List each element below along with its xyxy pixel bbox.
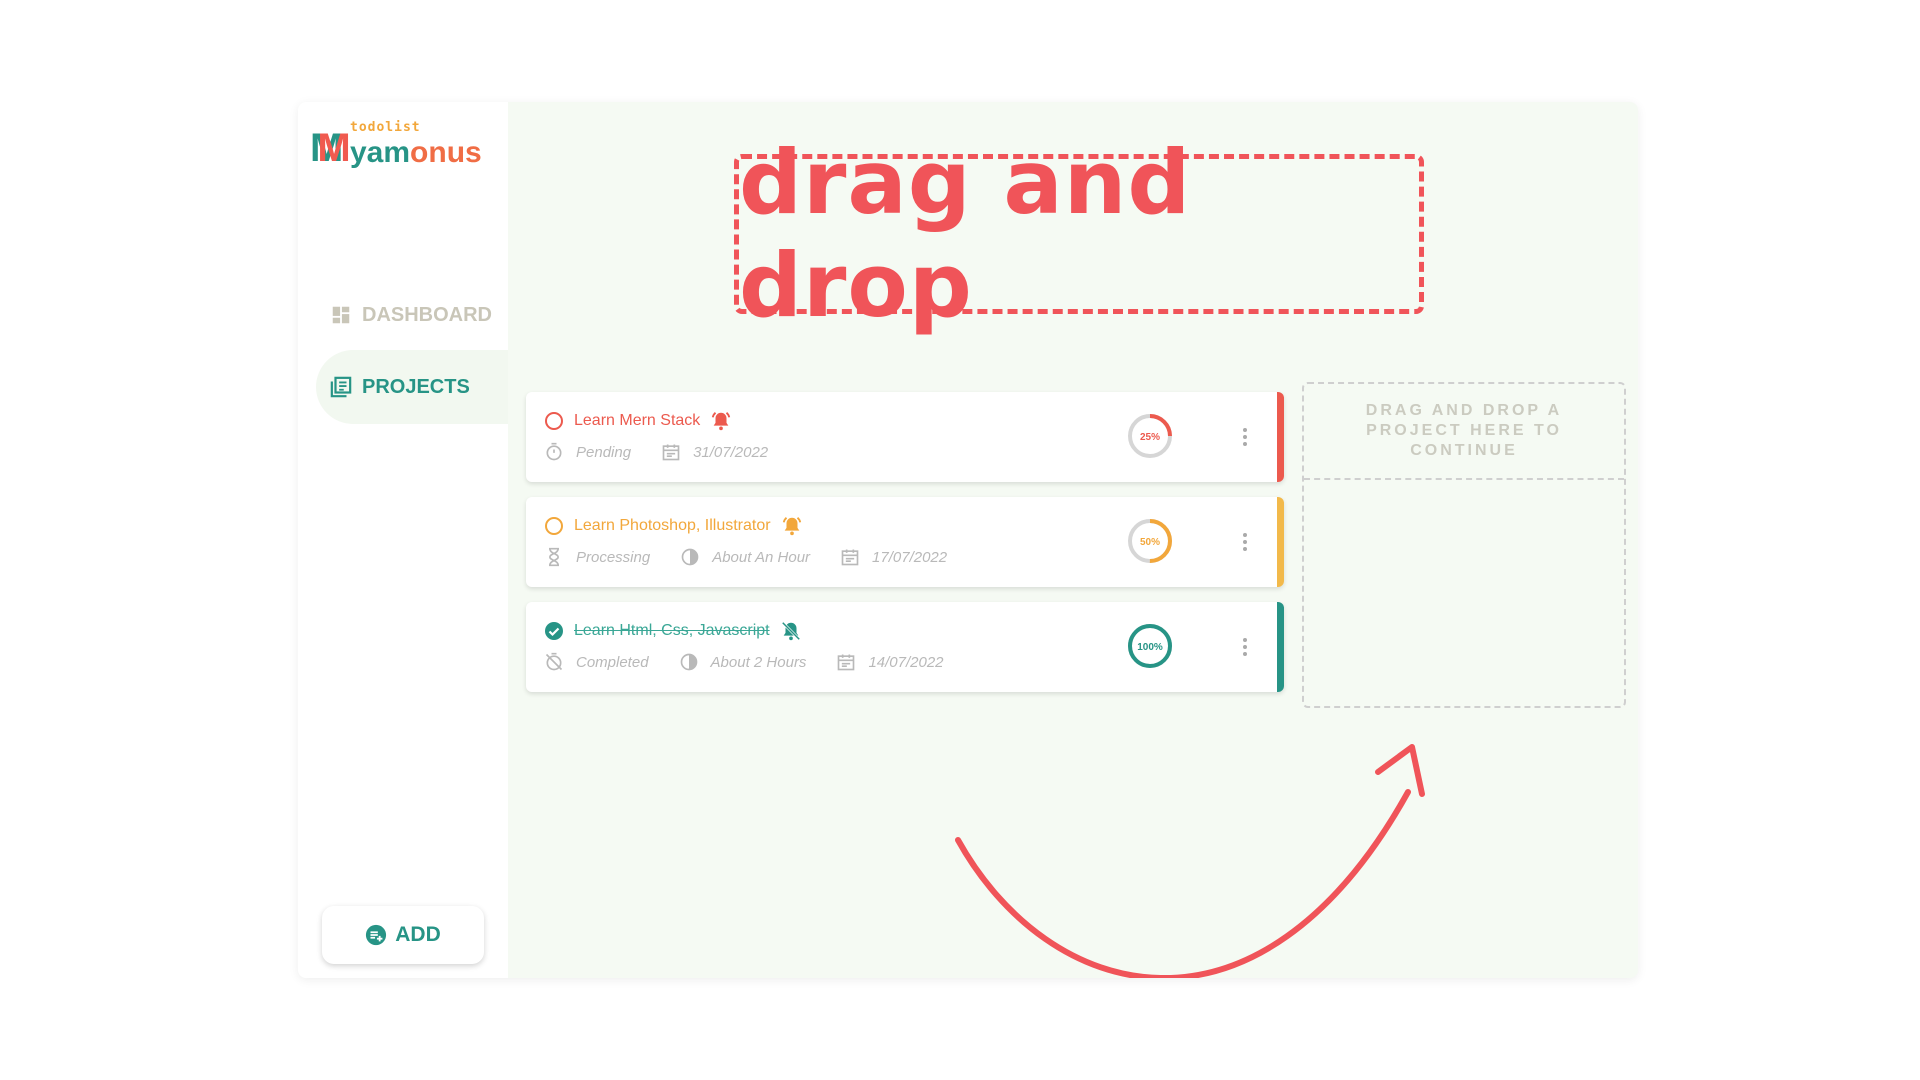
progress-label: 50% (1140, 537, 1160, 548)
add-button-label: ADD (395, 923, 441, 946)
nav-dashboard[interactable]: DASHBOARD (316, 278, 508, 352)
timer-off-icon (545, 652, 563, 671)
add-playlist-icon (366, 924, 387, 946)
sidebar: todolist MM yamonus DASHBOARD PROJECTS A… (298, 102, 508, 978)
task-card[interactable]: Learn Mern Stack Pending 31/07/2022 25% (526, 392, 1284, 482)
task-title: Learn Html, Css, Javascript (574, 622, 770, 639)
hourglass-icon (548, 547, 560, 567)
projects-icon (330, 376, 352, 398)
drop-zone-label: DRAG AND DROP A PROJECT HERE TO CONTINUE (1304, 384, 1624, 480)
task-date: 17/07/2022 (872, 548, 948, 566)
nav-dashboard-label: DASHBOARD (362, 303, 492, 326)
nav-projects[interactable]: PROJECTS (316, 350, 508, 424)
app-window: todolist MM yamonus DASHBOARD PROJECTS A… (298, 102, 1638, 978)
banner-text: drag and drop (739, 131, 1192, 337)
logo-m-mark: MM (310, 126, 351, 170)
progress-label: 25% (1140, 432, 1160, 443)
circle-unchecked-icon[interactable] (544, 516, 564, 536)
progress-ring: 25% (1128, 414, 1172, 458)
logo-tagline: todolist (350, 120, 421, 135)
check-circle-icon[interactable] (544, 621, 564, 641)
status-bar (1277, 497, 1284, 587)
progress-ring: 50% (1128, 519, 1172, 563)
bell-active-icon[interactable] (710, 410, 732, 432)
task-title: Learn Mern Stack (574, 412, 701, 429)
calendar-icon (662, 444, 680, 461)
timer-icon (546, 442, 562, 461)
nav-projects-label: PROJECTS (362, 375, 470, 398)
task-status: Pending (576, 443, 632, 461)
task-status: Processing (576, 548, 651, 566)
task-card[interactable]: Learn Photoshop, Illustrator Processing … (526, 497, 1284, 587)
calendar-icon (841, 549, 859, 566)
bell-off-icon[interactable] (780, 620, 802, 642)
dashboard-icon (332, 306, 350, 324)
more-vert-icon[interactable] (1242, 427, 1248, 447)
more-vert-icon[interactable] (1242, 532, 1248, 552)
drag-and-drop-banner: drag and drop (734, 131, 1424, 337)
task-status: Completed (576, 653, 649, 671)
clock-icon (681, 548, 699, 566)
bell-active-icon[interactable] (781, 515, 803, 537)
circle-unchecked-icon[interactable] (544, 411, 564, 431)
status-bar (1277, 392, 1284, 482)
task-date: 14/07/2022 (868, 653, 944, 671)
add-button[interactable]: ADD (322, 906, 484, 964)
calendar-icon (838, 654, 855, 671)
task-date: 31/07/2022 (693, 443, 769, 461)
logo: todolist MM yamonus (310, 116, 500, 170)
curved-arrow-icon (955, 744, 1425, 978)
task-duration: About An Hour (712, 548, 811, 566)
clock-icon (680, 653, 697, 671)
logo-wordmark: yamonus (350, 136, 482, 169)
task-title: Learn Photoshop, Illustrator (574, 517, 771, 534)
task-duration: About 2 Hours (710, 653, 807, 671)
